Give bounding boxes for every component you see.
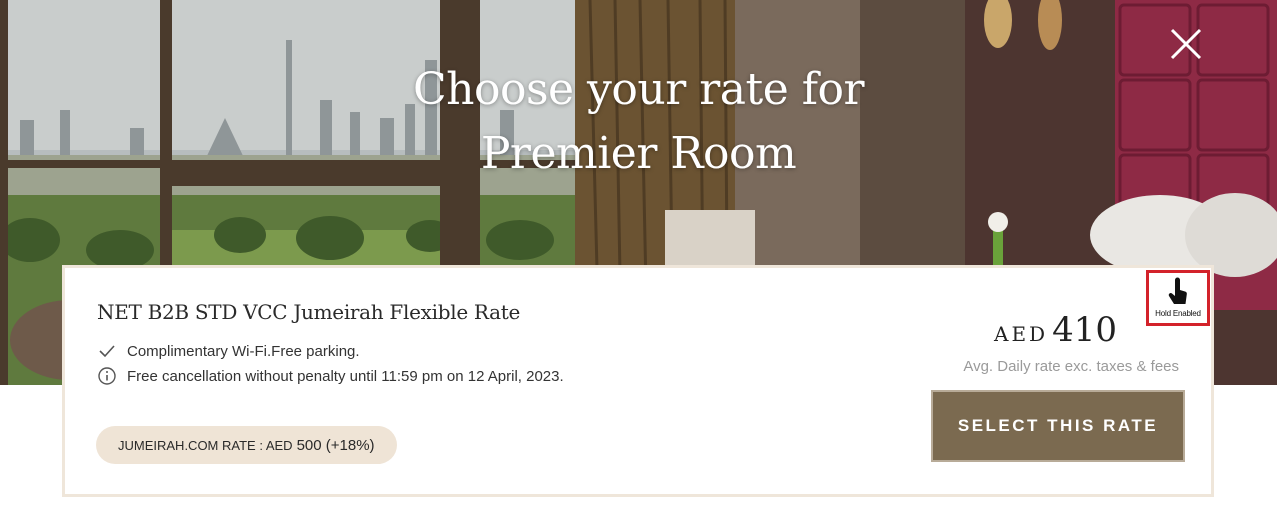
feature-item: Free cancellation without penalty until … xyxy=(97,366,564,386)
title-line-1: Choose your rate for xyxy=(412,64,865,115)
price-note: Avg. Daily rate exc. taxes & fees xyxy=(963,358,1179,375)
info-icon xyxy=(97,366,117,386)
close-button[interactable] xyxy=(1166,24,1206,64)
title-line-2: Premier Room xyxy=(480,128,797,179)
comparison-amount: 500 (+18%) xyxy=(296,436,375,454)
comparison-label: JUMEIRAH.COM RATE : AED xyxy=(118,437,293,453)
close-icon xyxy=(1170,28,1202,60)
tap-hand-icon xyxy=(1168,277,1187,304)
rate-price: AED 410 xyxy=(994,310,1117,350)
price-currency: AED xyxy=(994,322,1049,346)
hold-enabled-badge[interactable]: Hold Enabled xyxy=(1146,270,1210,326)
select-rate-button[interactable]: SELECT THIS RATE xyxy=(931,390,1185,462)
page-title: Choose your rate for Premier Room xyxy=(0,58,1277,186)
rate-name: NET B2B STD VCC Jumeirah Flexible Rate xyxy=(97,300,521,324)
feature-item: Complimentary Wi-Fi.Free parking. xyxy=(97,341,360,361)
price-amount: 410 xyxy=(1052,310,1117,350)
feature-text: Free cancellation without penalty until … xyxy=(127,367,564,385)
rate-card: NET B2B STD VCC Jumeirah Flexible Rate C… xyxy=(62,265,1214,497)
feature-text: Complimentary Wi-Fi.Free parking. xyxy=(127,342,360,360)
check-icon xyxy=(97,341,117,361)
hold-label: Hold Enabled xyxy=(1155,309,1201,318)
comparison-rate-badge: JUMEIRAH.COM RATE : AED 500 (+18%) xyxy=(96,426,397,464)
